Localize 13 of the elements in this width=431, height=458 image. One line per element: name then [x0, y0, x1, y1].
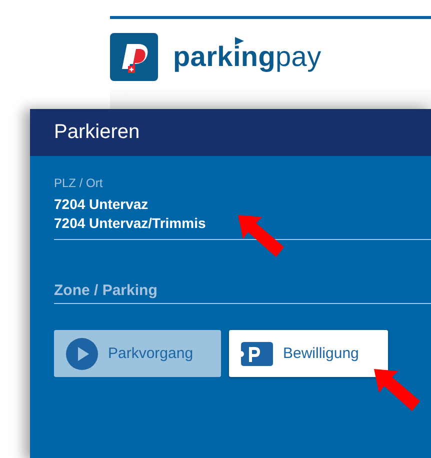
parking-ticket-icon [241, 342, 273, 366]
permit-button[interactable]: Bewilligung [229, 330, 388, 377]
play-icon [66, 338, 98, 370]
flag-icon [235, 37, 244, 45]
field-label: PLZ / Ort [54, 176, 104, 190]
location-option[interactable]: 7204 Untervaz/Trimmis [54, 214, 431, 233]
location-option[interactable]: 7204 Untervaz [54, 195, 431, 214]
zone-input-field[interactable]: Zone / Parking [54, 282, 431, 304]
annotation-arrow [238, 215, 284, 257]
dialog-title: Parkieren [54, 121, 140, 144]
brand-wordmark: parkingpay [173, 41, 322, 72]
logo-icon [110, 33, 158, 81]
annotation-arrow [374, 369, 420, 411]
